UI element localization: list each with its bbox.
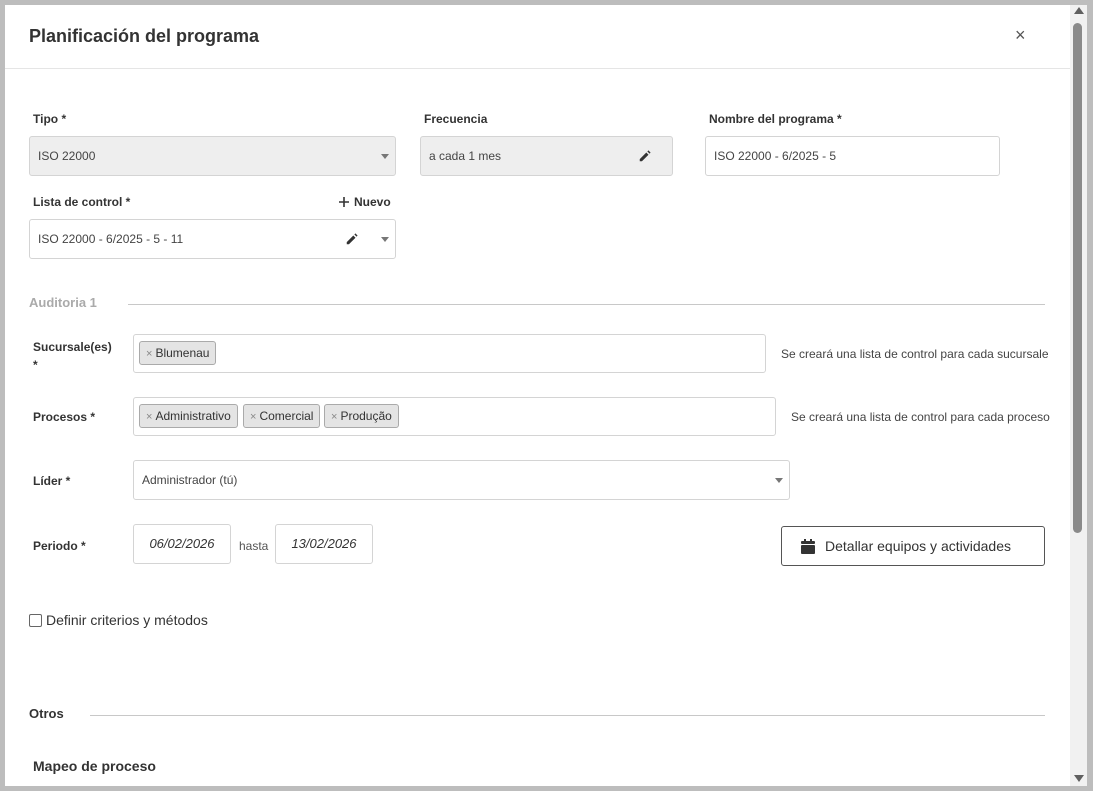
sucursales-label: Sucursale(es) * xyxy=(33,338,112,374)
lider-value: Administrador (tú) xyxy=(142,473,238,487)
lista-select[interactable]: ISO 22000 - 6/2025 - 5 - 11 xyxy=(29,219,396,259)
sucursales-label-line1: Sucursale(es) xyxy=(33,340,112,354)
tipo-value: ISO 22000 xyxy=(38,149,96,163)
scroll-up-icon[interactable] xyxy=(1074,7,1084,14)
sucursales-hint: Se creará una lista de control para cada… xyxy=(781,347,1049,361)
scroll-down-icon[interactable] xyxy=(1074,775,1084,782)
chevron-down-icon xyxy=(381,154,389,159)
modal-scrollbar[interactable] xyxy=(1070,5,1087,786)
lider-select[interactable]: Administrador (tú) xyxy=(133,460,790,500)
modal-header: Planificación del programa × xyxy=(5,5,1070,69)
detail-teams-label: Detallar equipos y actividades xyxy=(825,538,1011,554)
frecuencia-field[interactable]: a cada 1 mes xyxy=(420,136,673,176)
frecuencia-value: a cada 1 mes xyxy=(429,149,502,163)
lista-value: ISO 22000 - 6/2025 - 5 - 11 xyxy=(38,232,184,246)
remove-tag-icon[interactable]: × xyxy=(250,411,256,423)
pencil-icon[interactable] xyxy=(638,149,652,163)
tag-proceso[interactable]: × Comercial xyxy=(243,404,321,428)
section-divider xyxy=(90,715,1045,716)
nombre-value: ISO 22000 - 6/2025 - 5 xyxy=(714,149,837,163)
otros-title: Otros xyxy=(29,706,64,721)
periodo-label: Periodo * xyxy=(33,539,86,553)
program-planning-modal: Planificación del programa × Tipo * ISO … xyxy=(5,5,1070,786)
new-label: Nuevo xyxy=(354,195,391,209)
lista-label: Lista de control * xyxy=(33,195,131,209)
criteria-checkbox-label[interactable]: Definir criterios y métodos xyxy=(46,612,208,628)
nombre-label: Nombre del programa * xyxy=(709,112,842,126)
periodo-start-input[interactable]: 06/02/2026 xyxy=(133,524,231,564)
remove-tag-icon[interactable]: × xyxy=(146,411,152,423)
tipo-select[interactable]: ISO 22000 xyxy=(29,136,396,176)
scroll-thumb[interactable] xyxy=(1073,23,1082,533)
calendar-icon xyxy=(801,539,815,554)
close-icon[interactable]: × xyxy=(1015,25,1026,46)
periodo-separator: hasta xyxy=(239,539,269,553)
remove-tag-icon[interactable]: × xyxy=(146,348,152,360)
remove-tag-icon[interactable]: × xyxy=(331,411,337,423)
new-checklist-button[interactable]: Nuevo xyxy=(338,195,391,209)
nombre-input[interactable]: ISO 22000 - 6/2025 - 5 xyxy=(705,136,1000,176)
detail-teams-button[interactable]: Detallar equipos y actividades xyxy=(781,526,1045,566)
tag-proceso[interactable]: × Administrativo xyxy=(139,404,238,428)
procesos-hint: Se creará una lista de control para cada… xyxy=(791,410,1050,424)
procesos-label: Procesos * xyxy=(33,410,96,424)
pencil-icon[interactable] xyxy=(345,232,359,246)
mapeo-title: Mapeo de proceso xyxy=(33,758,156,774)
tag-sucursal[interactable]: × Blumenau xyxy=(139,341,217,365)
tipo-label: Tipo * xyxy=(33,112,67,126)
periodo-end-input[interactable]: 13/02/2026 xyxy=(275,524,373,564)
sucursales-multiselect[interactable]: × Blumenau xyxy=(133,334,766,373)
plus-icon xyxy=(339,197,349,207)
lider-label: Líder * xyxy=(33,474,71,488)
procesos-multiselect[interactable]: × Administrativo × Comercial × Produção xyxy=(133,397,776,436)
frecuencia-label: Frecuencia xyxy=(424,112,488,126)
modal-title: Planificación del programa xyxy=(29,26,260,46)
sucursales-label-line2: * xyxy=(33,358,38,372)
section-divider xyxy=(128,304,1045,305)
chevron-down-icon xyxy=(381,237,389,242)
chevron-down-icon xyxy=(775,478,783,483)
auditoria-title: Auditoria 1 xyxy=(29,295,97,310)
criteria-checkbox[interactable] xyxy=(29,614,42,627)
tag-proceso[interactable]: × Produção xyxy=(324,404,399,428)
